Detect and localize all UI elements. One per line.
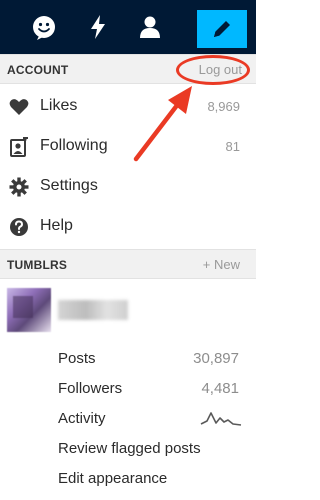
likes-label: Likes (40, 97, 78, 114)
question-icon (9, 217, 29, 237)
new-blog-button[interactable]: + New (203, 257, 240, 272)
menu-item-settings[interactable]: Settings (0, 167, 256, 207)
blog-row-followers[interactable]: Followers 4,481 (0, 374, 256, 404)
heart-icon (9, 97, 29, 117)
blog-avatar[interactable] (7, 288, 51, 332)
person-icon[interactable] (132, 9, 168, 45)
menu-item-likes[interactable]: Likes 8,969 (0, 87, 256, 127)
activity-label: Activity (58, 410, 106, 427)
menu-item-following[interactable]: Following 81 (0, 127, 256, 167)
blog-row-review-flagged-posts[interactable]: Review flagged posts (0, 434, 256, 464)
gear-icon (9, 177, 29, 197)
pencil-icon[interactable] (197, 10, 247, 48)
followers-count: 4,481 (201, 380, 239, 397)
account-header-label: ACCOUNT (7, 63, 69, 77)
edit-appearance-label: Edit appearance (58, 470, 168, 487)
red-arrow-icon (133, 86, 192, 162)
tumblrs-section-header: TUMBLRS + New (0, 249, 256, 279)
smiley-face-icon[interactable] (26, 9, 62, 45)
top-navigation-bar (0, 0, 256, 54)
followers-label: Followers (58, 380, 123, 397)
blog-row-edit-appearance[interactable]: Edit appearance (0, 464, 256, 494)
activity-sparkline-icon (200, 412, 242, 426)
help-label: Help (40, 217, 73, 234)
menu-item-help[interactable]: Help (0, 207, 256, 247)
likes-count: 8,969 (207, 99, 240, 114)
tumblrs-header-label: TUMBLRS (7, 258, 68, 272)
blog-row-activity[interactable]: Activity (0, 404, 256, 434)
following-count: 81 (225, 139, 240, 154)
blog-row-posts[interactable]: Posts 30,897 (0, 344, 256, 374)
settings-label: Settings (40, 177, 98, 194)
lightning-bolt-icon[interactable] (80, 9, 116, 45)
posts-label: Posts (58, 350, 96, 367)
following-icon (9, 137, 29, 157)
posts-count: 30,897 (193, 350, 239, 367)
logout-highlight-circle (176, 55, 250, 85)
review-flagged-posts-label: Review flagged posts (58, 440, 201, 457)
following-label: Following (40, 137, 108, 154)
blog-name-redacted[interactable] (58, 300, 128, 320)
